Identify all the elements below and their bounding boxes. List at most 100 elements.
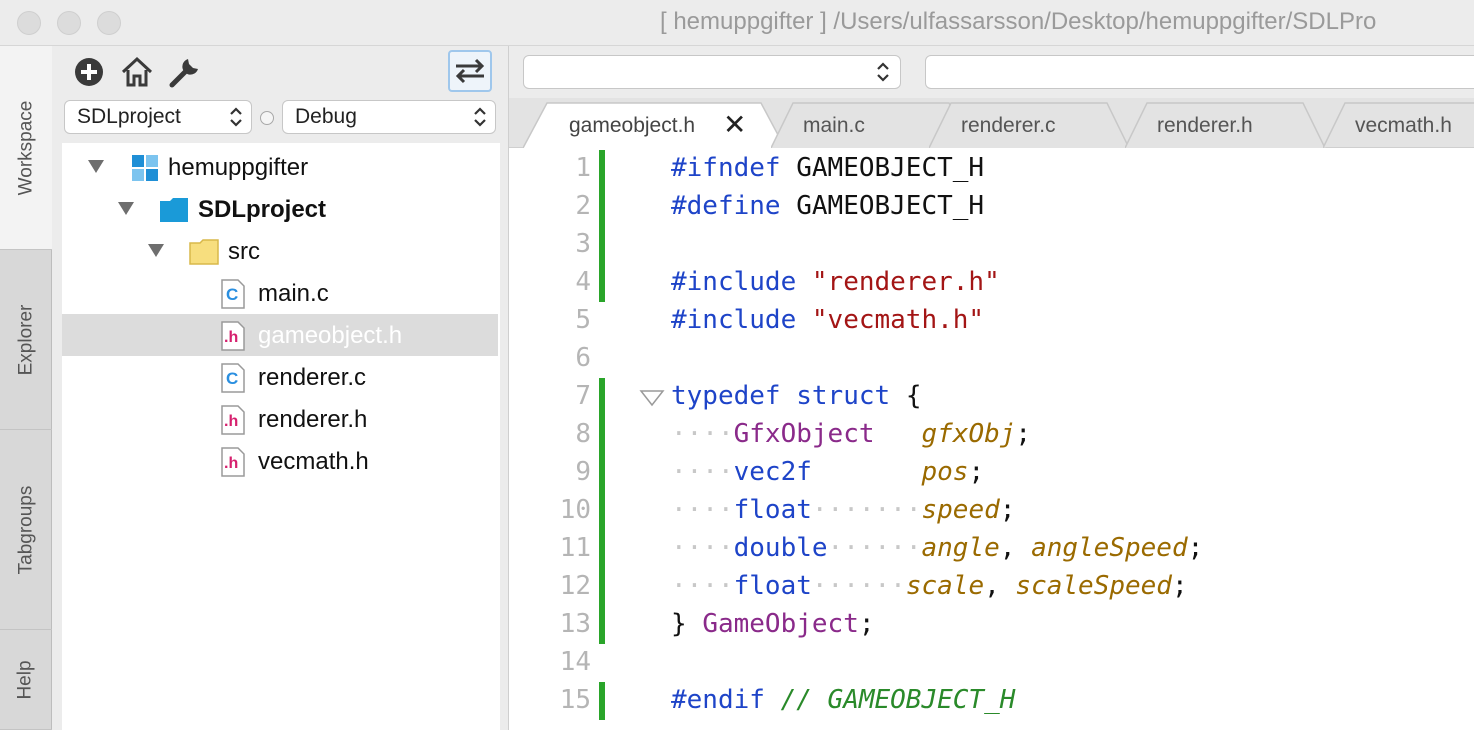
tree-item-sdlproject[interactable]: SDLproject <box>62 188 498 230</box>
config-select[interactable]: Debug <box>282 100 496 134</box>
tree-item-vecmath-h[interactable]: .h vecmath.h <box>62 440 498 482</box>
line-number: 8 <box>575 419 591 449</box>
project-select-value: SDLproject <box>77 105 181 128</box>
tree-item-label: hemuppgifter <box>168 154 309 181</box>
tree-item-hemuppgifter[interactable]: hemuppgifter <box>62 146 498 188</box>
project-select[interactable]: SDLproject <box>64 100 252 134</box>
line-number: 4 <box>575 267 591 297</box>
header-file-icon: .h <box>221 447 245 477</box>
side-tab-workspace[interactable]: Workspace <box>0 46 52 250</box>
code-text: #include "vecmath.h" <box>671 305 984 335</box>
tree-item-label: gameobject.h <box>258 322 403 349</box>
code-line: 11 ····double······angle, angleSpeed; <box>509 530 1474 568</box>
code-token: ; <box>999 495 1016 525</box>
line-number: 9 <box>575 457 591 487</box>
expand-caret-icon[interactable] <box>148 244 164 257</box>
wrench-icon[interactable] <box>168 55 202 89</box>
expand-caret-icon[interactable] <box>118 202 134 215</box>
code-token: "renderer.h" <box>811 267 1000 297</box>
swap-arrows-icon <box>455 58 485 84</box>
side-tab-help[interactable]: Help <box>0 630 52 730</box>
code-token: ; <box>968 457 985 487</box>
expand-caret-icon[interactable] <box>88 160 104 173</box>
minimize-window-button[interactable] <box>57 11 81 35</box>
function-dropdown[interactable] <box>925 55 1474 89</box>
c-file-icon: C <box>221 279 245 309</box>
tree-item-src[interactable]: src <box>62 230 498 272</box>
side-tab-explorer[interactable]: Explorer <box>0 250 52 430</box>
side-tab-tabgroups[interactable]: Tabgroups <box>0 430 52 630</box>
code-token: scale <box>905 571 985 601</box>
code-line: 8 ····GfxObject gfxObj; <box>509 416 1474 454</box>
code-token: angle <box>921 533 1000 563</box>
close-tab-icon[interactable]: ✕ <box>723 108 746 141</box>
change-marker <box>599 568 605 606</box>
line-number: 3 <box>575 229 591 259</box>
code-token: , <box>984 571 1000 601</box>
code-token: #include <box>671 305 797 335</box>
sync-editor-toggle[interactable] <box>448 50 492 92</box>
line-number: 14 <box>559 647 591 677</box>
header-file-icon: .h <box>221 321 245 351</box>
workspace-toolbar <box>52 46 508 96</box>
side-tab-strip: Workspace Explorer Tabgroups Help <box>0 46 52 730</box>
header-file-icon: .h <box>221 405 245 435</box>
code-token: "vecmath.h" <box>811 305 985 335</box>
c-file-icon: C <box>221 363 245 393</box>
tab-renderer-c[interactable]: renderer.c <box>929 102 1129 148</box>
tree-item-main-c[interactable]: C main.c <box>62 272 498 314</box>
code-token: #define <box>671 191 781 221</box>
side-tab-label: Explorer <box>15 304 36 375</box>
tree-item-label: SDLproject <box>198 196 327 223</box>
change-marker <box>599 530 605 568</box>
add-icon[interactable] <box>72 55 106 89</box>
code-line: 14 <box>509 644 1474 682</box>
tab-label: vecmath.h <box>1355 114 1452 137</box>
config-select-value: Debug <box>295 105 357 128</box>
code-editor[interactable]: 1 #ifndef GAMEOBJECT_H 2 #define GAMEOBJECT… <box>509 148 1474 730</box>
code-token: float <box>733 571 812 601</box>
svg-text:.h: .h <box>224 329 238 346</box>
tab-label: main.c <box>803 114 865 137</box>
change-marker <box>599 682 605 720</box>
zoom-window-button[interactable] <box>97 11 121 35</box>
code-token: #include <box>671 267 797 297</box>
code-line: 13} GameObject; <box>509 606 1474 644</box>
code-token: vec2f <box>733 457 812 487</box>
workspace-panel: SDLproject Debug hemuppgifter SDLproject <box>52 46 508 730</box>
tree-item-renderer-c[interactable]: C renderer.c <box>62 356 498 398</box>
change-marker <box>599 416 605 454</box>
window-title: [ hemuppgifter ] /Users/ulfassarsson/Des… <box>660 8 1377 35</box>
close-window-button[interactable] <box>17 11 41 35</box>
code-token: #ifndef <box>671 153 781 183</box>
code-line: 6 <box>509 340 1474 378</box>
home-icon[interactable] <box>120 55 154 89</box>
change-marker <box>599 226 605 264</box>
tree-item-label: src <box>228 238 260 265</box>
code-token: GAMEOBJECT_H <box>796 191 985 221</box>
editor-pane: gameobject.h ✕ main.c renderer.c rendere… <box>508 46 1474 730</box>
tree-item-gameobject-h[interactable]: .h gameobject.h <box>62 314 498 356</box>
fold-triangle-icon[interactable] <box>639 388 665 408</box>
change-marker <box>599 150 605 188</box>
tab-gameobject-h[interactable]: gameobject.h ✕ <box>523 102 785 148</box>
tab-label: gameobject.h <box>569 114 696 137</box>
tree-item-renderer-h[interactable]: .h renderer.h <box>62 398 498 440</box>
editor-tab-bar: gameobject.h ✕ main.c renderer.c rendere… <box>509 98 1474 148</box>
tab-label: renderer.h <box>1157 114 1253 137</box>
code-token: GameObject <box>702 609 859 639</box>
tab-vecmath-h[interactable]: vecmath.h <box>1323 102 1474 148</box>
tree-item-label: renderer.h <box>258 406 368 433</box>
folder-icon <box>189 239 219 265</box>
code-token: scaleSpeed <box>1015 571 1172 601</box>
workspace-icon <box>132 155 158 181</box>
code-text: ····double······angle, angleSpeed; <box>671 533 1204 563</box>
line-number: 10 <box>559 495 591 525</box>
scope-dropdown[interactable] <box>523 55 901 89</box>
code-text: #include "renderer.h" <box>671 267 1000 297</box>
code-token: } <box>671 609 687 639</box>
code-text: #ifndef GAMEOBJECT_H <box>671 153 984 183</box>
tab-renderer-h[interactable]: renderer.h <box>1125 102 1325 148</box>
code-token: GAMEOBJECT_H <box>796 153 985 183</box>
code-text: ····float······scale, scaleSpeed; <box>671 571 1188 601</box>
